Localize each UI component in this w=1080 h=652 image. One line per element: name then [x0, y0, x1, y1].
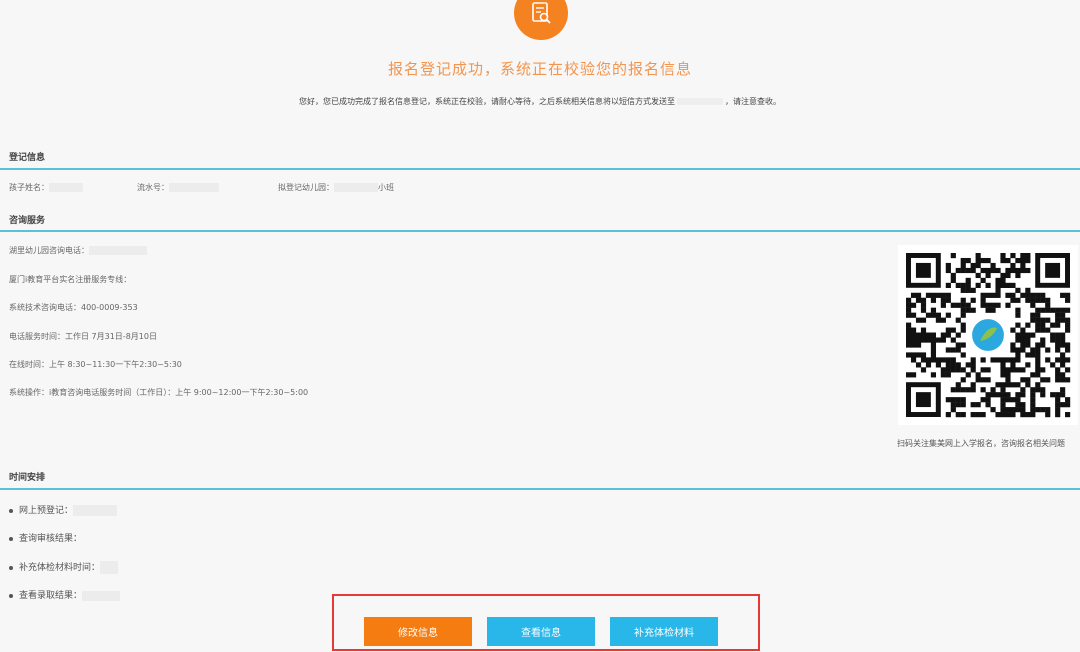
consult-line-online-hours: 在线时间：上午 8:30~11:30一下午2:30~5:30 — [9, 360, 182, 369]
notice-before: 您好，您已成功完成了报名信息登记，系统正在校验，请耐心等待，之后系统相关信息将以… — [299, 97, 675, 106]
redacted-date — [73, 505, 118, 516]
schedule-item-review-result: 查询审核结果： — [9, 531, 82, 544]
schedule-item-admission-result: 查看录取结果： — [9, 588, 121, 601]
redacted-serial — [169, 183, 219, 192]
section-title-registration: 登记信息 — [9, 153, 46, 163]
consult-line-service-hours: 电话服务时间：工作日 7月31日-8月10日 — [9, 332, 157, 341]
qr-code — [898, 245, 1078, 425]
section-divider — [0, 230, 1080, 232]
section-divider — [0, 168, 1080, 170]
registration-success-page: 报名登记成功，系统正在校验您的报名信息 您好，您已成功完成了报名信息登记，系统正… — [0, 0, 1080, 652]
serial-label: 流水号： — [137, 183, 169, 192]
section-title-consult: 咨询服务 — [9, 216, 46, 226]
redacted-kindergarten — [334, 183, 378, 192]
redacted-name — [49, 183, 83, 192]
edit-info-button[interactable]: 修改信息 — [364, 617, 472, 646]
consult-line-tech-support: 系统技术咨询电话：400-0009-353 — [9, 303, 138, 312]
bullet-icon — [9, 593, 13, 598]
child-name-field: 孩子姓名： — [9, 182, 83, 193]
redacted-date — [100, 561, 119, 574]
serial-field: 流水号： — [137, 182, 219, 193]
view-info-button[interactable]: 查看信息 — [487, 617, 595, 646]
consult-line-kindergarten-phone: 湖里幼儿园咨询电话： — [9, 245, 147, 256]
consult-line-platform-hotline: 厦门i教育平台实名注册服务专线： — [9, 275, 132, 284]
redacted-phone — [89, 246, 147, 255]
schedule-item-supplement-time: 补充体检材料时间： — [9, 560, 119, 574]
kindergarten-field: 拟登记幼儿园： 小班 — [278, 182, 394, 193]
redacted-phone — [677, 98, 723, 105]
supplement-exam-button[interactable]: 补充体检材料 — [610, 617, 718, 646]
document-search-icon — [514, 0, 568, 40]
child-name-label: 孩子姓名： — [9, 183, 49, 192]
notice-text: 您好，您已成功完成了报名信息登记，系统正在校验，请耐心等待，之后系统相关信息将以… — [0, 96, 1080, 107]
section-title-schedule: 时间安排 — [9, 473, 46, 483]
kindergarten-label: 拟登记幼儿园： — [278, 183, 334, 192]
section-divider — [0, 488, 1080, 490]
notice-after: ，请注意查收。 — [725, 97, 781, 106]
bullet-icon — [9, 565, 13, 570]
bullet-icon — [9, 508, 13, 513]
qr-caption: 扫码关注集美网上入学报名，咨询报名相关问题 — [897, 439, 1065, 448]
page-title: 报名登记成功，系统正在校验您的报名信息 — [387, 60, 692, 78]
redacted-date — [82, 590, 121, 601]
bullet-icon — [9, 536, 13, 541]
schedule-item-preregistration: 网上预登记： — [9, 503, 118, 516]
consult-line-system-operation: 系统操作：i教育咨询电话服务时间（工作日）：上午 9:00~12:00一下午2:… — [9, 388, 309, 397]
kindergarten-suffix: 小班 — [378, 183, 394, 192]
